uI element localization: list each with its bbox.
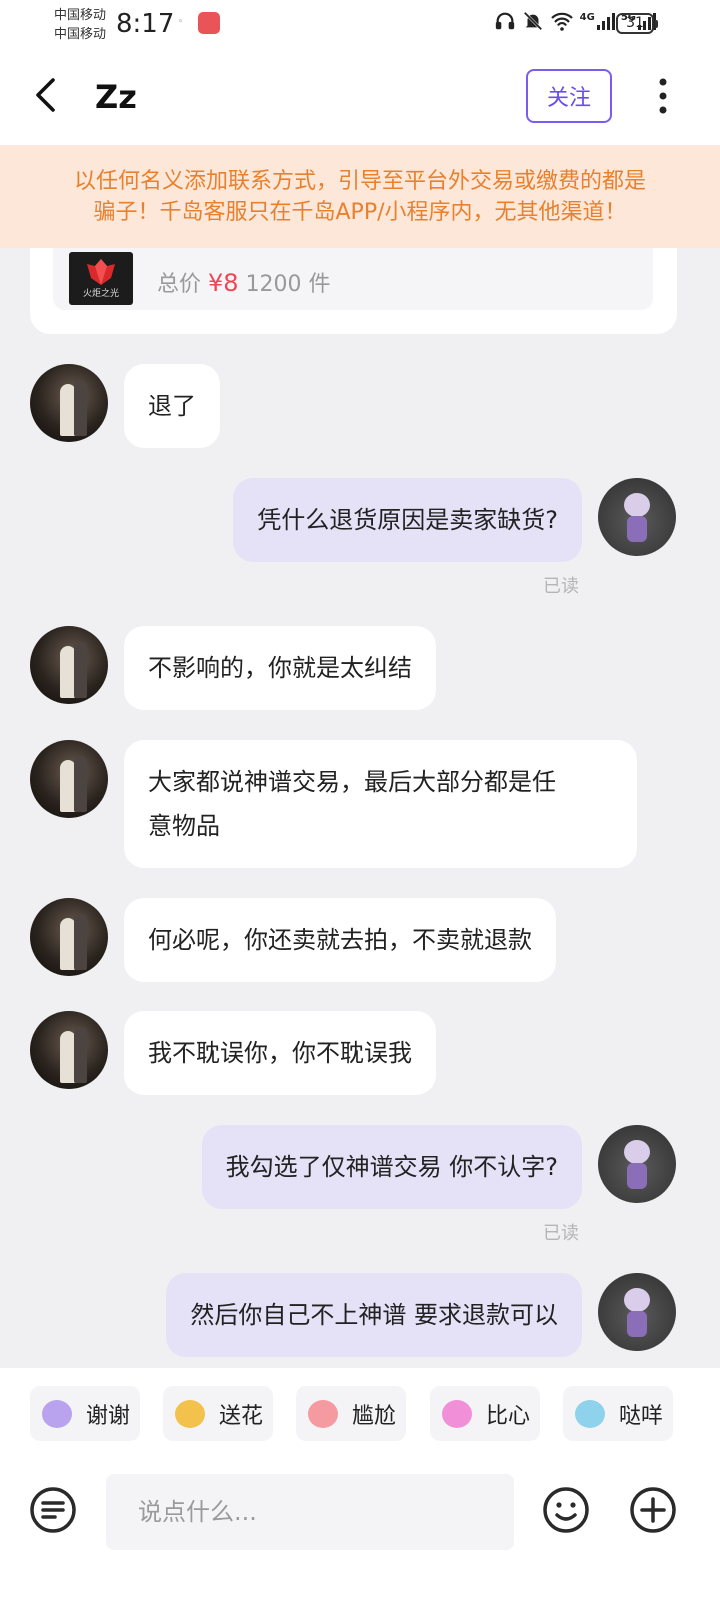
- message-line-1: 大家都说神谱交易，最后大部分都是任: [148, 768, 556, 796]
- network-type-1: 4G: [579, 12, 595, 23]
- message-input[interactable]: [106, 1474, 514, 1550]
- chat-header: Zz 关注: [0, 50, 720, 145]
- quick-reply-label: 比心: [486, 1403, 531, 1429]
- status-bar: 中国移动 中国移动 8:17 ◦ 4G 5G 31: [0, 0, 720, 50]
- flower-emoji-icon: [175, 1399, 205, 1428]
- message-bubble-peer: 不影响的，你就是太纠结: [124, 626, 436, 710]
- quick-reply-flower[interactable]: 送花: [163, 1386, 273, 1441]
- heart-emoji-icon: [442, 1399, 472, 1428]
- banner-line-2: 骗子！千岛客服只在千岛APP/小程序内，无其他渠道！: [93, 200, 627, 225]
- list-menu-icon[interactable]: [29, 1486, 77, 1534]
- awkward-emoji-icon: [308, 1399, 338, 1428]
- battery-icon: 31: [616, 13, 658, 34]
- anti-fraud-banner: 以任何名义添加联系方式，引导至平台外交易或缴费的都是 骗子！千岛客服只在千岛AP…: [0, 145, 720, 248]
- message-line-2: 意物品: [148, 812, 220, 840]
- peer-avatar[interactable]: [30, 364, 108, 442]
- wifi-icon: [550, 12, 573, 31]
- message-bubble-peer: 退了: [124, 364, 220, 448]
- carrier-labels: 中国移动 中国移动: [54, 6, 106, 44]
- message-bubble-self: 然后你自己不上神谱 要求退款可以: [166, 1273, 582, 1357]
- read-receipt: 已读: [543, 576, 579, 597]
- peer-avatar[interactable]: [30, 1011, 108, 1089]
- carrier-1: 中国移动: [54, 8, 107, 23]
- quick-reply-label: 谢谢: [86, 1403, 131, 1429]
- message-bubble-self: 我勾选了仅神谱交易 你不认字?: [201, 1125, 582, 1209]
- price-line: 总价 ¥8 1200 件: [157, 266, 331, 298]
- self-avatar[interactable]: [598, 478, 676, 556]
- message-bubble-peer: 何必呢，你还卖就去拍，不卖就退款: [124, 898, 556, 982]
- notification-dot-icon: ◦: [178, 17, 184, 27]
- more-vertical-icon[interactable]: [646, 74, 680, 118]
- self-avatar[interactable]: [598, 1125, 676, 1203]
- message-bubble-peer: 我不耽误你，你不耽误我: [124, 1011, 436, 1095]
- status-time: 8:17: [116, 9, 175, 39]
- no-emoji-icon: [575, 1399, 605, 1428]
- quick-reply-label: 送花: [219, 1403, 264, 1429]
- peer-avatar[interactable]: [30, 740, 108, 818]
- read-receipt: 已读: [543, 1223, 579, 1244]
- page-title: Zz: [95, 78, 137, 116]
- thanks-emoji-icon: [42, 1399, 72, 1428]
- carrier-2: 中国移动: [54, 27, 107, 42]
- total-price: ¥8: [208, 269, 239, 297]
- message-bubble-self: 凭什么退货原因是卖家缺货?: [233, 478, 582, 562]
- product-thumbnail-label: 火炬之光: [82, 289, 119, 299]
- app-notification-icon: [198, 12, 220, 34]
- product-thumbnail: 火炬之光: [69, 252, 133, 305]
- banner-line-1: 以任何名义添加联系方式，引导至平台外交易或缴费的都是: [73, 169, 646, 194]
- signal-bars-1-icon: [596, 12, 615, 30]
- self-avatar[interactable]: [598, 1273, 676, 1351]
- quick-reply-label: 哒咩: [619, 1403, 664, 1429]
- emoji-face-icon[interactable]: [542, 1486, 590, 1534]
- peer-avatar[interactable]: [30, 626, 108, 704]
- plus-circle-icon[interactable]: [629, 1486, 677, 1534]
- follow-button[interactable]: 关注: [526, 69, 612, 123]
- crystal-icon: [87, 259, 115, 285]
- mute-bell-icon: [523, 11, 542, 31]
- quick-reply-label: 尴尬: [352, 1403, 397, 1429]
- quick-reply-awkward[interactable]: 尴尬: [296, 1386, 406, 1441]
- message-bubble-peer: 大家都说神谱交易，最后大部分都是任 意物品: [124, 740, 637, 868]
- composer-panel: 谢谢 送花 尴尬 比心 哒咩: [0, 1368, 720, 1600]
- quick-reply-heart[interactable]: 比心: [430, 1386, 540, 1441]
- chevron-left-icon[interactable]: [28, 75, 68, 115]
- peer-avatar[interactable]: [30, 898, 108, 976]
- price-prefix: 总价: [157, 272, 202, 297]
- quick-reply-thanks[interactable]: 谢谢: [30, 1386, 140, 1441]
- headphones-icon: [495, 12, 514, 30]
- item-quantity: 1200 件: [245, 272, 331, 297]
- quick-reply-no[interactable]: 哒咩: [563, 1386, 673, 1441]
